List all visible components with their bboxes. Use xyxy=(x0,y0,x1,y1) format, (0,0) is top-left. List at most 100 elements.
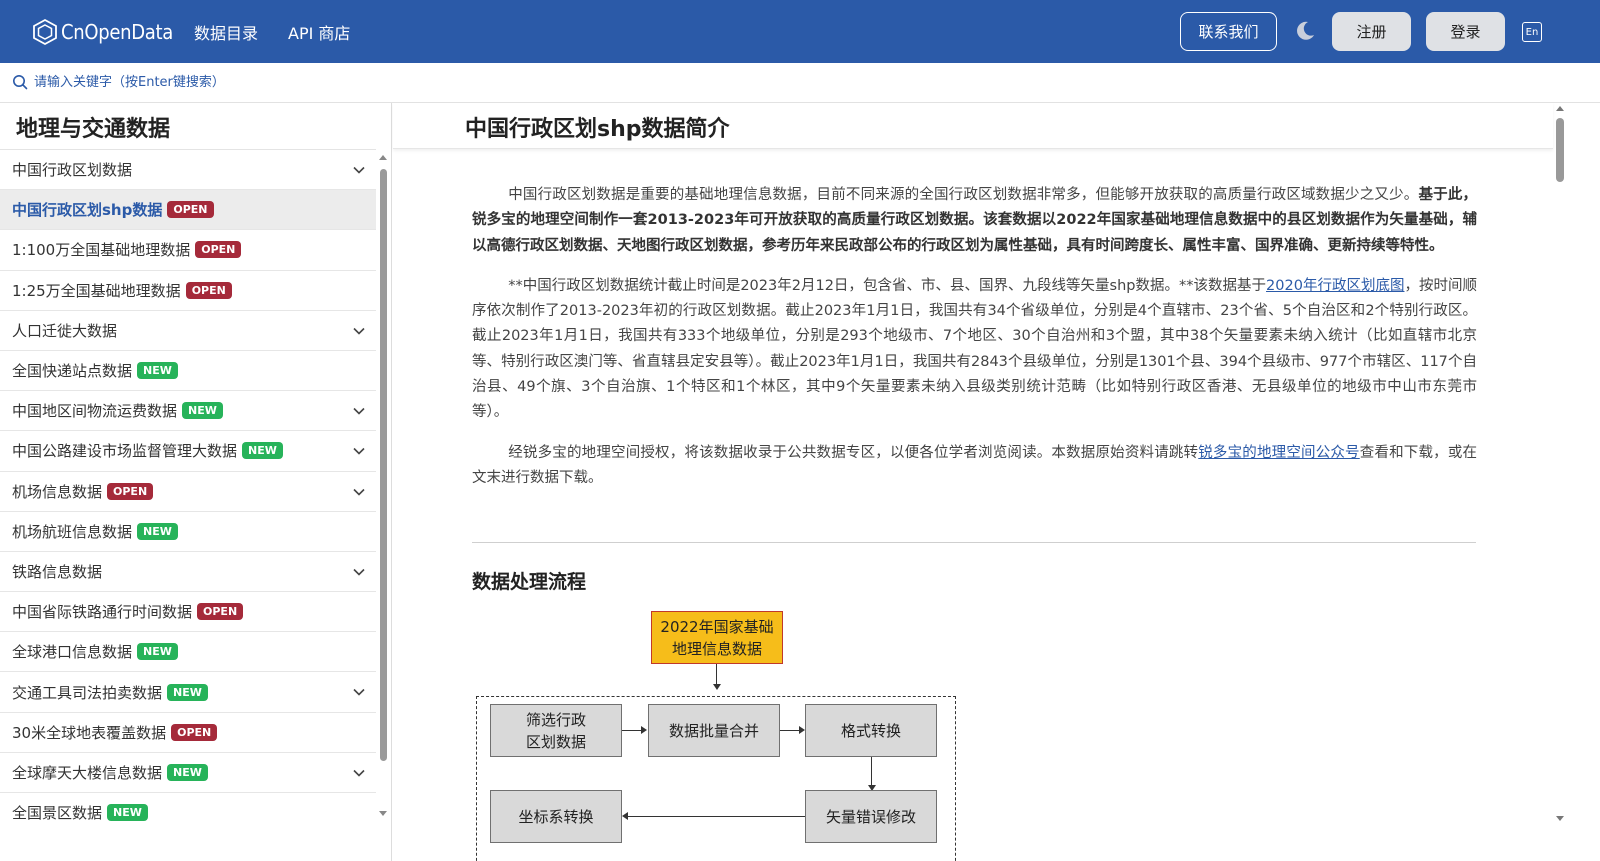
chevron-down-icon[interactable] xyxy=(352,404,366,418)
sidebar-item[interactable]: 人口迁徙大数据 xyxy=(0,311,376,351)
sidebar-item-label: 1:25万全国基础地理数据 xyxy=(12,281,181,300)
sidebar-item-label: 人口迁徙大数据 xyxy=(12,321,118,340)
new-badge: NEW xyxy=(242,442,283,460)
sidebar-item-label: 中国行政区划shp数据 xyxy=(12,201,163,220)
chevron-down-icon[interactable] xyxy=(352,324,366,338)
flow-step-fix: 矢量错误修改 xyxy=(805,790,937,843)
flow-step-filter: 筛选行政 区划数据 xyxy=(490,704,622,757)
sidebar-item-label: 全球港口信息数据 xyxy=(12,643,133,662)
sidebar-item[interactable]: 全球港口信息数据 NEW xyxy=(0,632,376,673)
sidebar-item[interactable]: 中国公路建设市场监督管理大数据 NEW xyxy=(0,431,376,472)
sidebar-item-label: 中国公路建设市场监督管理大数据 xyxy=(12,442,238,461)
sidebar-item[interactable]: 中国地区间物流运费数据 NEW xyxy=(0,391,376,432)
search-icon xyxy=(13,75,28,90)
main-content: 中国行政区划shp数据简介 中国行政区划数据是重要的基础地理信息数据，目前不同来… xyxy=(393,103,1600,861)
hexagon-logo-icon xyxy=(33,18,57,46)
chevron-down-icon[interactable] xyxy=(352,766,366,780)
main-scroll-down-icon[interactable] xyxy=(1556,816,1564,821)
sidebar-title: 地理与交通数据 xyxy=(16,117,171,142)
sidebar-item-label: 全国景区数据 xyxy=(12,804,103,823)
new-badge: NEW xyxy=(137,522,178,540)
flow-arrowhead xyxy=(622,812,628,820)
chevron-down-icon[interactable] xyxy=(352,565,366,579)
flow-arrow xyxy=(871,757,872,787)
new-badge: NEW xyxy=(137,643,178,661)
flow-arrow xyxy=(780,730,800,731)
nav-data-catalog[interactable]: 数据目录 xyxy=(194,20,258,44)
new-badge: NEW xyxy=(107,804,148,822)
sidebar-item[interactable]: 铁路信息数据 xyxy=(0,552,376,593)
sidebar-item-label: 交通工具司法拍卖数据 xyxy=(12,683,163,702)
sidebar-item[interactable]: 中国省际铁路通行时间数据 OPEN xyxy=(0,592,376,633)
flow-step-crs: 坐标系转换 xyxy=(490,790,622,843)
sidebar-item[interactable]: 全球摩天大楼信息数据 NEW xyxy=(0,753,376,793)
flow-arrow xyxy=(622,730,642,731)
register-button[interactable]: 注册 xyxy=(1332,12,1411,51)
chevron-down-icon[interactable] xyxy=(352,444,366,458)
processing-flowchart: 2022年国家基础 地理信息数据 筛选行政 区划数据 数据批量合并 格式转换 矢… xyxy=(473,609,961,861)
open-badge: OPEN xyxy=(167,201,214,219)
sidebar-item[interactable]: 交通工具司法拍卖数据 NEW xyxy=(0,672,376,713)
sidebar-item-label: 全球摩天大楼信息数据 xyxy=(12,763,163,782)
flow-source-box: 2022年国家基础 地理信息数据 xyxy=(651,611,783,664)
sidebar-scroll-down-icon[interactable] xyxy=(379,811,387,816)
divider xyxy=(472,542,1476,543)
open-badge: OPEN xyxy=(171,723,218,741)
sidebar-item-label: 铁路信息数据 xyxy=(12,562,103,581)
open-badge: OPEN xyxy=(197,603,244,621)
sidebar-item-label: 中国地区间物流运费数据 xyxy=(12,402,178,421)
new-badge: NEW xyxy=(182,402,223,420)
section-title: 数据处理流程 xyxy=(472,571,587,593)
main-scroll-up-icon[interactable] xyxy=(1556,106,1564,111)
search-input[interactable] xyxy=(34,70,634,94)
chevron-down-icon[interactable] xyxy=(352,485,366,499)
sidebar-scrollbar[interactable] xyxy=(380,169,387,761)
sidebar-item-label: 中国行政区划数据 xyxy=(12,161,133,180)
flow-arrow xyxy=(716,664,717,686)
stats-paragraph: **中国行政区划数据统计截止时间是2023年2月12日，包含省、市、县、国界、九… xyxy=(472,274,1477,426)
flow-step-merge: 数据批量合并 xyxy=(648,704,780,757)
new-badge: NEW xyxy=(167,763,208,781)
sidebar-item-label: 1:100万全国基础地理数据 xyxy=(12,241,191,260)
sidebar-item[interactable]: 30米全球地表覆盖数据 OPEN xyxy=(0,713,376,753)
logo-text: CnOpenData xyxy=(61,20,174,44)
sidebar: 地理与交通数据 中国行政区划数据 中国行政区划shp数据 OPEN 1:100万全国基… xyxy=(0,103,392,861)
chevron-down-icon[interactable] xyxy=(352,163,366,177)
wechat-account-link[interactable]: 锐多宝的地理空间公众号 xyxy=(1198,445,1360,461)
stats-text-start: **中国行政区划数据统计截止时间是2023年2月12日，包含省、市、县、国界、九… xyxy=(508,277,1267,294)
top-navbar: CnOpenData 数据目录 API 商店 联系我们 注册 登录 En xyxy=(0,0,1600,63)
open-badge: OPEN xyxy=(185,281,232,299)
article-body: 中国行政区划数据是重要的基础地理信息数据，目前不同来源的全国行政区划数据非常多，… xyxy=(472,183,1477,506)
license-text-start: 经锐多宝的地理空间授权，将该数据收录于公共数据专区，以便各位学者浏览阅读。本数据… xyxy=(508,444,1199,461)
sidebar-item[interactable]: 机场信息数据 OPEN xyxy=(0,472,376,512)
logo[interactable]: CnOpenData xyxy=(32,17,173,47)
sidebar-item[interactable]: 1:100万全国基础地理数据 OPEN xyxy=(0,230,376,271)
nav-api-store[interactable]: API 商店 xyxy=(288,20,350,44)
sidebar-item[interactable]: 中国行政区划shp数据 OPEN xyxy=(0,190,376,231)
sidebar-item[interactable]: 1:25万全国基础地理数据 OPEN xyxy=(0,271,376,311)
sidebar-item[interactable]: 中国行政区划数据 xyxy=(0,150,376,191)
sidebar-item[interactable]: 全国快递站点数据 NEW xyxy=(0,351,376,392)
main-header: 中国行政区划shp数据简介 xyxy=(393,103,1553,149)
license-paragraph: 经锐多宝的地理空间授权，将该数据收录于公共数据专区，以便各位学者浏览阅读。本数据… xyxy=(472,441,1477,492)
chevron-down-icon[interactable] xyxy=(352,685,366,699)
moon-icon[interactable] xyxy=(1294,20,1316,42)
sidebar-item-label: 中国省际铁路通行时间数据 xyxy=(12,603,193,622)
intro-paragraph: 中国行政区划数据是重要的基础地理信息数据，目前不同来源的全国行政区划数据非常多，… xyxy=(472,183,1477,259)
flow-arrow xyxy=(628,816,805,817)
contact-us-button[interactable]: 联系我们 xyxy=(1180,12,1277,51)
flow-step-convert: 格式转换 xyxy=(805,704,937,757)
main-scrollbar[interactable] xyxy=(1556,118,1564,182)
sidebar-scroll-up-icon[interactable] xyxy=(379,155,387,160)
language-switch-icon[interactable]: En xyxy=(1522,22,1542,42)
flow-arrowhead xyxy=(713,684,721,690)
open-badge: OPEN xyxy=(195,241,242,259)
sidebar-item[interactable]: 全国景区数据 NEW xyxy=(0,793,376,829)
admin-map-link[interactable]: 2020年行政区划底图 xyxy=(1266,278,1404,294)
sidebar-item-label: 30米全球地表覆盖数据 xyxy=(12,723,167,742)
sidebar-item[interactable]: 机场航班信息数据 NEW xyxy=(0,512,376,552)
stats-text-end: ，按时间顺序依次制作了2013-2023年初的行政区划数据。截止2023年1月1… xyxy=(472,277,1478,421)
login-button[interactable]: 登录 xyxy=(1426,12,1505,51)
page-title: 中国行政区划shp数据简介 xyxy=(465,117,730,142)
search-bar xyxy=(0,63,1600,103)
